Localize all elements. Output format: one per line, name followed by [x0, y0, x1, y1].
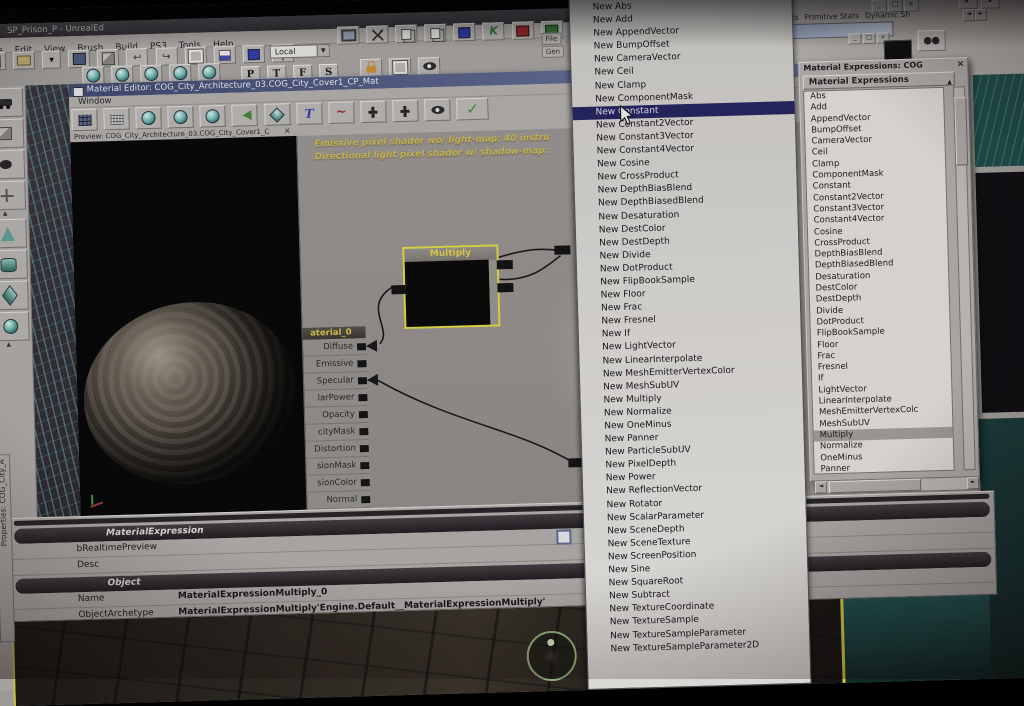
mouse-cursor-icon: [619, 104, 635, 129]
background-option-icon[interactable]: [71, 108, 98, 131]
plug-input-icon[interactable]: [360, 100, 387, 123]
menu-window[interactable]: Window: [78, 96, 112, 107]
tab-scroll-left-icon[interactable]: ◄: [963, 9, 975, 21]
material-expressions-panel: Material Expressions: COG × Material Exp…: [798, 57, 980, 482]
undo-icon[interactable]: ↩: [126, 48, 148, 67]
dark-panel: [975, 171, 1024, 412]
frame-icon[interactable]: [389, 58, 411, 77]
curve-tool-icon[interactable]: ~: [328, 101, 355, 124]
expressions-panel-title: Material Expressions: COG: [803, 60, 923, 72]
screen: SP_Prison_P - UnrealEd FileEditViewBrush…: [0, 0, 1024, 706]
search-binoculars-icon[interactable]: [917, 30, 946, 52]
paste-icon[interactable]: [424, 24, 446, 43]
corner-letter-t[interactable]: T: [980, 0, 999, 9]
show-preview-eye-icon[interactable]: [424, 99, 451, 122]
translate-mode-icon[interactable]: [213, 46, 235, 65]
camera-mode-icon[interactable]: [184, 46, 206, 65]
browser-sphere-icon[interactable]: [82, 66, 104, 85]
window-icon: [73, 86, 84, 96]
property-label: ObjectArchetype: [78, 608, 154, 620]
scroll-left-icon[interactable]: ◄: [815, 481, 827, 493]
chevron-down-icon[interactable]: ▼: [317, 45, 329, 56]
browser-tab[interactable]: Dynamic Sh: [865, 10, 910, 20]
monitor-icon[interactable]: [337, 26, 359, 45]
cone-primitive-icon[interactable]: [0, 219, 27, 249]
toolbar-divider-icon: ▲: [0, 341, 28, 349]
multiply-node-preview: [405, 260, 491, 327]
expressions-header-label: Material Expressions: [809, 75, 909, 88]
browser-sphere-icon[interactable]: [198, 63, 220, 82]
open-file-icon[interactable]: [13, 51, 35, 70]
apply-check-icon[interactable]: ✓: [456, 98, 489, 121]
dock-tab-gen[interactable]: Gen: [542, 45, 564, 58]
light-widget-icon: [526, 630, 577, 681]
eye-icon[interactable]: [418, 57, 440, 76]
node-connector[interactable]: [554, 245, 570, 254]
property-label: Desc: [77, 560, 99, 571]
cut-icon[interactable]: [366, 25, 388, 44]
home-arrow-icon[interactable]: [232, 104, 259, 127]
preview-cube-icon[interactable]: [168, 106, 195, 129]
expressions-list[interactable]: AbsAddAppendVectorBumpOffsetCameraVector…: [803, 87, 955, 475]
dock-tab-file[interactable]: File: [541, 33, 561, 46]
sphere-primitive-icon[interactable]: [0, 311, 30, 341]
save-icon[interactable]: [68, 50, 90, 69]
browser-sphere-icon[interactable]: [111, 65, 133, 84]
node-input-a-connector[interactable]: [497, 260, 513, 269]
coordinate-system-value: Local: [275, 47, 296, 57]
close-icon[interactable]: ×: [957, 58, 965, 70]
preview-cylinder-icon[interactable]: [200, 105, 227, 128]
preview-sphere-icon[interactable]: [135, 107, 162, 130]
material-preview-viewport[interactable]: [70, 136, 307, 520]
open-dropdown-icon[interactable]: ▼: [42, 50, 61, 69]
scroll-right-icon[interactable]: ►: [967, 477, 979, 489]
properties-dock-tab-label: Properties: COG_City_A: [0, 459, 8, 546]
property-label: bRealtimePreview: [76, 542, 157, 554]
browser-sphere-icon[interactable]: [140, 65, 162, 84]
tab-scroll-right-icon[interactable]: ►: [975, 9, 987, 21]
new-expression-context-menu: ▲ New AbsNew AddNew AppendVectorNew Bump…: [568, 0, 811, 690]
lock-icon[interactable]: [360, 59, 382, 78]
camera-icon[interactable]: [0, 88, 23, 118]
red-tool-icon[interactable]: [512, 21, 534, 40]
kismet-icon[interactable]: K: [482, 22, 504, 41]
cube-icon[interactable]: [0, 119, 24, 149]
scrollbar-thumb[interactable]: [954, 97, 968, 165]
minimize-icon[interactable]: _: [848, 33, 861, 44]
blue-square-icon[interactable]: [453, 23, 475, 42]
cylinder-primitive-icon[interactable]: [0, 250, 28, 280]
plug-output-icon[interactable]: [392, 100, 419, 123]
node-output-connector[interactable]: [391, 285, 405, 294]
coordinate-system-combo[interactable]: Local ▼: [270, 44, 330, 59]
new-file-icon[interactable]: [0, 52, 6, 71]
maximize-icon[interactable]: □: [862, 33, 875, 44]
redo-icon[interactable]: ↪: [155, 47, 177, 66]
geometry-blob-icon[interactable]: [0, 150, 25, 180]
browser-sphere-icon[interactable]: [169, 64, 191, 83]
property-label: Name: [78, 593, 105, 604]
multiply-node[interactable]: Multiply: [402, 244, 500, 329]
main-window-title: SP_Prison_P - UnrealEd: [7, 23, 104, 36]
node-input-b-connector[interactable]: [497, 283, 513, 292]
scale-mode-icon[interactable]: [242, 45, 264, 64]
toolbar-divider-icon: ▲: [0, 210, 24, 218]
scrollbar-thumb[interactable]: [829, 479, 921, 494]
preview-sphere: [65, 281, 313, 506]
checkbox[interactable]: [556, 529, 571, 544]
sheet-primitive-icon[interactable]: [0, 280, 29, 310]
grid-option-icon[interactable]: [103, 108, 130, 131]
text-tool-icon[interactable]: T: [296, 102, 323, 125]
build-icon[interactable]: [97, 49, 119, 68]
scroll-up-icon[interactable]: ▲: [947, 76, 952, 89]
close-icon[interactable]: ×: [284, 126, 291, 135]
teal-diamond-icon[interactable]: [264, 103, 291, 126]
move-cross-icon[interactable]: [0, 181, 26, 211]
browser-tab[interactable]: Primitive Stats: [804, 11, 859, 22]
copy-icon[interactable]: [395, 25, 417, 44]
axis-gizmo-icon: [90, 493, 108, 507]
